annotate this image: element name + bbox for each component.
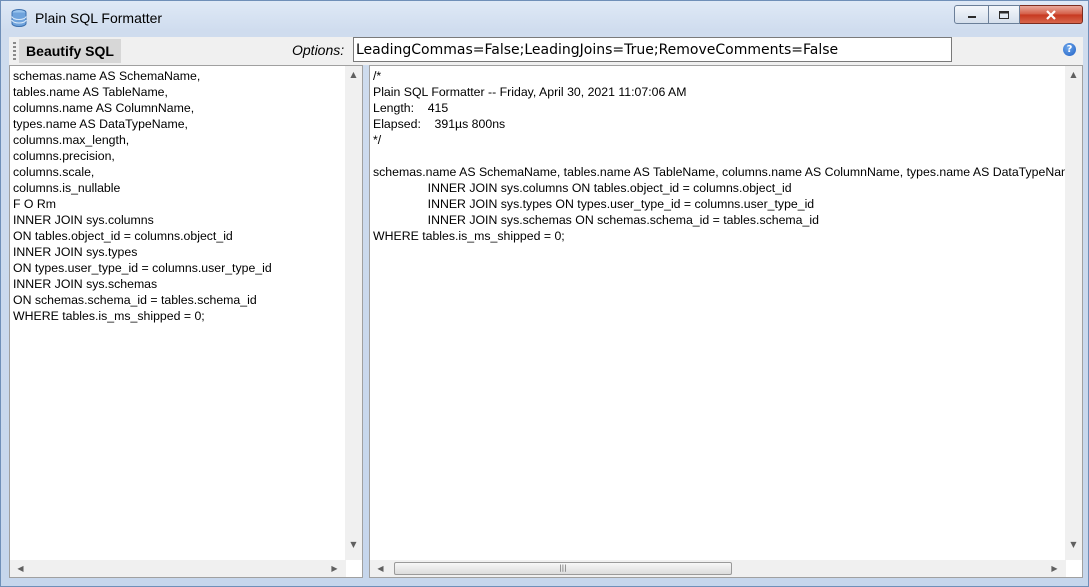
sql-line: ON schemas.schema_id = tables.schema_id [13,293,257,307]
sql-line: INNER JOIN sys.schemas ON schemas.schema… [373,213,819,227]
app-window: Plain SQL Formatter Beautify SQL Options… [0,0,1089,587]
output-horizontal-scrollbar[interactable]: ◀ ||| ▶ [370,560,1066,577]
sql-line: Elapsed: 391µs 800ns [373,117,506,131]
sql-line: WHERE tables.is_ms_shipped = 0; [13,309,205,323]
scroll-left-arrow-icon[interactable]: ◀ [372,560,389,577]
restore-icon [999,10,1009,19]
sql-line: columns.max_length, [13,133,130,147]
sql-line: types.name AS DataTypeName, [13,117,188,131]
toolbar: Beautify SQL Options: ? [9,37,1083,65]
minimize-button[interactable] [954,5,989,24]
window-title: Plain SQL Formatter [35,10,163,26]
input-vertical-scrollbar[interactable]: ▲ ▼ [345,66,362,560]
input-sql-text[interactable]: schemas.name AS SchemaName, tables.name A… [13,68,272,324]
output-sql-text[interactable]: /* Plain SQL Formatter -- Friday, April 3… [373,68,1078,244]
sql-line: */ [373,133,382,147]
sql-line: INNER JOIN sys.types ON types.user_type_… [373,197,815,211]
sql-line: ON tables.object_id = columns.object_id [13,229,233,243]
title-bar[interactable]: Plain SQL Formatter [1,1,1088,35]
sql-line: /* [373,69,382,83]
output-vertical-scrollbar[interactable]: ▲ ▼ [1065,66,1082,560]
sql-line: tables.name AS TableName, [13,85,168,99]
sql-line: columns.name AS ColumnName, [13,101,195,115]
beautify-sql-button[interactable]: Beautify SQL [19,39,121,63]
scroll-down-arrow-icon[interactable]: ▼ [345,536,362,553]
sql-line: INNER JOIN sys.schemas [13,277,158,291]
options-input[interactable] [353,37,952,62]
scroll-right-arrow-icon[interactable]: ▶ [326,560,343,577]
sql-line: columns.is_nullable [13,181,121,195]
input-horizontal-scrollbar[interactable]: ◀ ▶ [10,560,346,577]
close-icon [1046,9,1056,20]
toolbar-grip[interactable] [13,42,16,60]
sql-line: INNER JOIN sys.columns [13,213,154,227]
sql-line: schemas.name AS SchemaName, tables.name … [373,165,1079,179]
options-label: Options: [292,42,345,58]
sql-line: Length: 415 [373,101,449,115]
scroll-up-arrow-icon[interactable]: ▲ [345,66,362,83]
minimize-icon [967,15,976,18]
scroll-down-arrow-icon[interactable]: ▼ [1065,536,1082,553]
scroll-left-arrow-icon[interactable]: ◀ [12,560,29,577]
scroll-up-arrow-icon[interactable]: ▲ [1065,66,1082,83]
output-sql-pane[interactable]: /* Plain SQL Formatter -- Friday, April 3… [369,65,1083,578]
sql-line: columns.scale, [13,165,95,179]
scroll-right-arrow-icon[interactable]: ▶ [1046,560,1063,577]
sql-line: Plain SQL Formatter -- Friday, April 30,… [373,85,687,99]
maximize-button[interactable] [989,5,1020,24]
input-sql-pane[interactable]: schemas.name AS SchemaName, tables.name A… [9,65,363,578]
sql-line: WHERE tables.is_ms_shipped = 0; [373,229,565,243]
help-icon[interactable]: ? [1063,43,1076,56]
horizontal-scroll-thumb[interactable]: ||| [394,562,732,575]
sql-line: F O Rm [13,197,57,211]
close-button[interactable] [1020,5,1083,24]
sql-line: INNER JOIN sys.types [13,245,138,259]
sql-line: columns.precision, [13,149,115,163]
database-icon [11,9,27,27]
sql-line [373,148,1078,164]
sql-line: schemas.name AS SchemaName, [13,69,201,83]
sql-line: INNER JOIN sys.columns ON tables.object_… [373,181,792,195]
sql-line: ON types.user_type_id = columns.user_typ… [13,261,272,275]
